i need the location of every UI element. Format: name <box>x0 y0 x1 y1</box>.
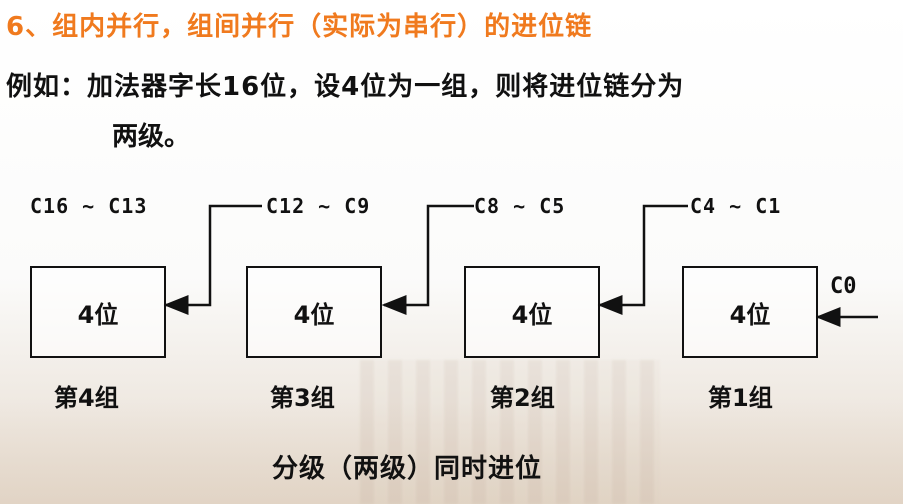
wire-group1-to-group2 <box>597 204 688 315</box>
carry-chain-wires <box>163 204 878 327</box>
group-label-3: 第3组 <box>270 384 335 412</box>
adder-group-2-box: 4位 <box>464 266 600 358</box>
group-label-1: 第1组 <box>708 384 773 412</box>
wire-group2-to-group3 <box>381 204 474 315</box>
group-label-2: 第2组 <box>490 384 555 412</box>
adder-group-4-box: 4位 <box>30 266 166 358</box>
adder-group-1-box: 4位 <box>682 266 818 358</box>
diagram-caption: 分级（两级）同时进位 <box>272 454 543 484</box>
group-label-4: 第4组 <box>54 384 119 412</box>
adder-group-3-box: 4位 <box>246 266 382 358</box>
